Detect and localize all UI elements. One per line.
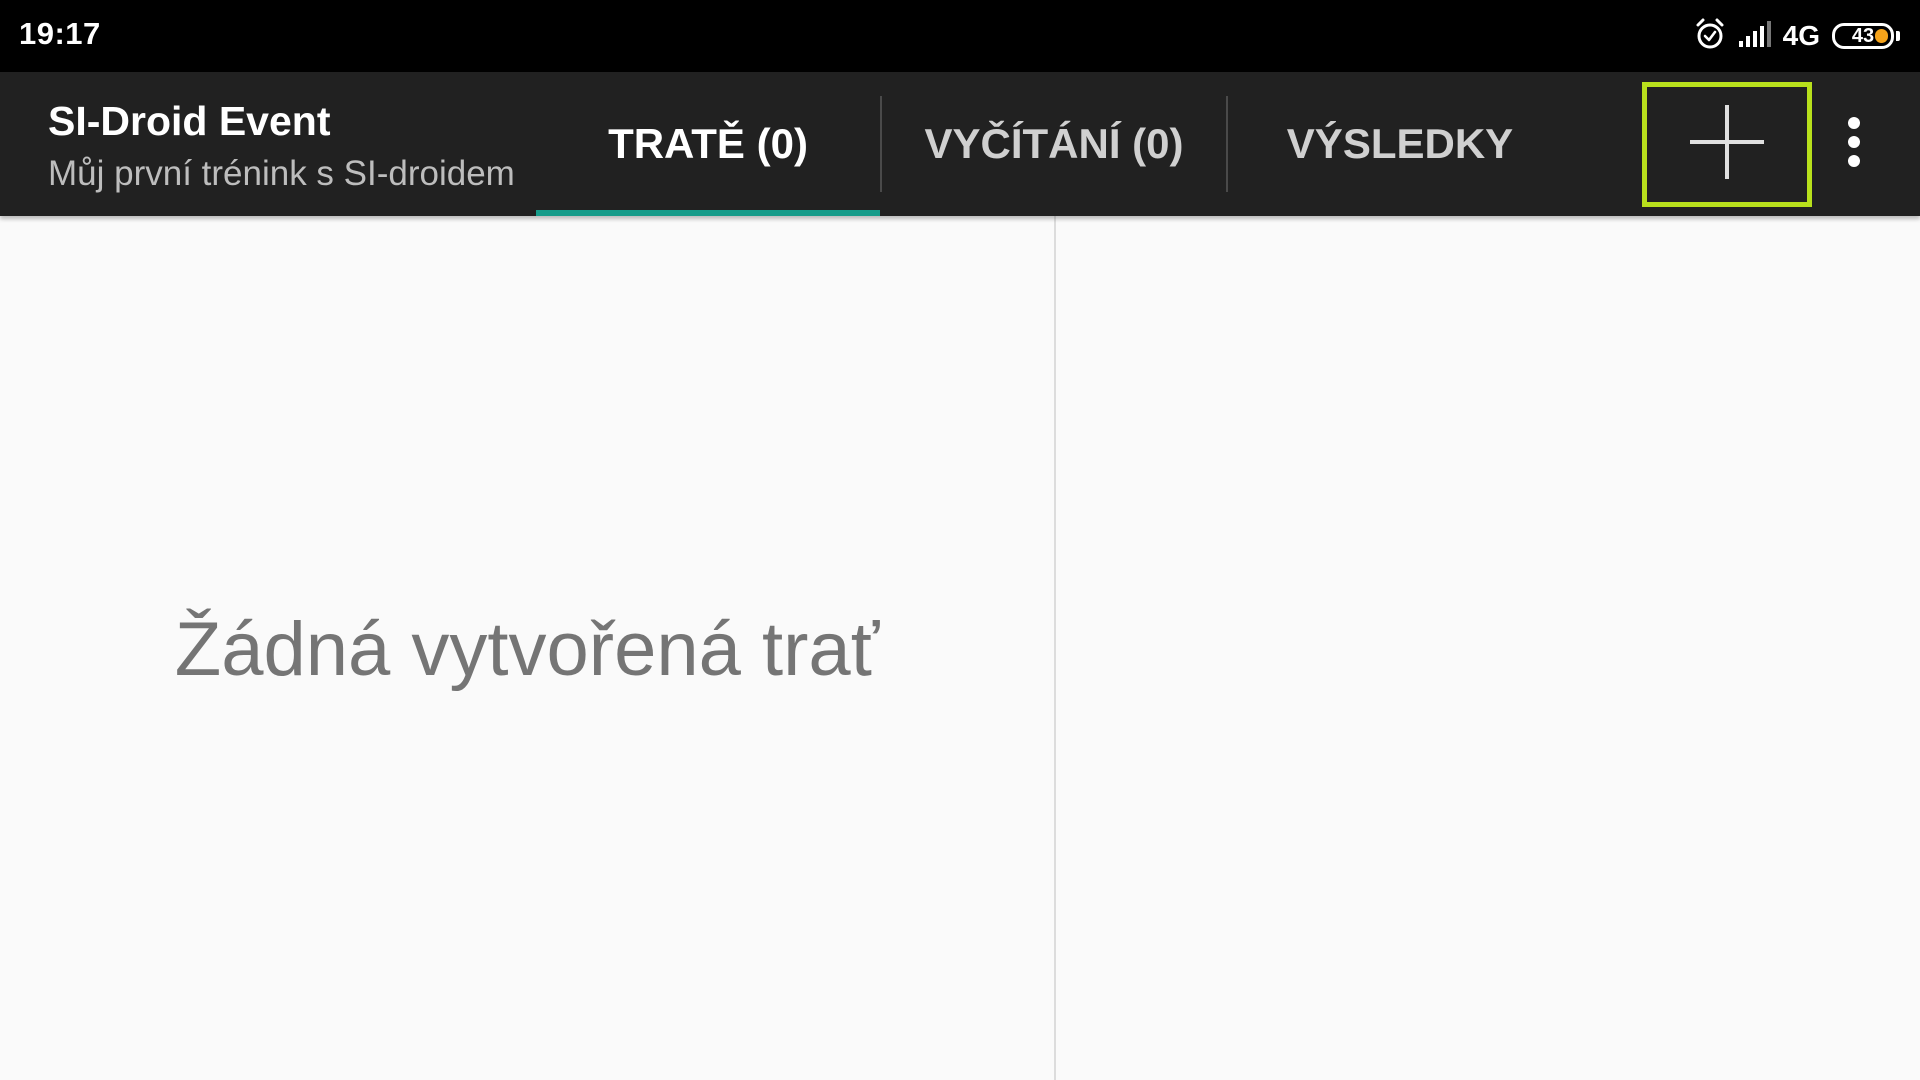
screen: 19:17 4G 43 SI-Droid Event Můj první tré… (0, 0, 1920, 1080)
signal-icon (1738, 20, 1771, 52)
tab-label: VYČÍTÁNÍ (0) (924, 120, 1184, 167)
tab-selected-indicator (536, 210, 880, 216)
app-subtitle: Můj první trénink s SI-droidem (48, 154, 515, 193)
tab-label: TRATĚ (0) (608, 120, 808, 167)
content-area: Žádná vytvořená trať (0, 216, 1920, 1080)
tab-vysledky[interactable]: VÝSLEDKY (1228, 72, 1572, 216)
battery-percentage: 43 (1851, 25, 1875, 47)
alarm-icon (1693, 17, 1727, 56)
tab-trate[interactable]: TRATĚ (0) (536, 72, 880, 216)
app-bar: SI-Droid Event Můj první trénink s SI-dr… (0, 72, 1920, 216)
app-title: SI-Droid Event (48, 98, 331, 144)
course-list-pane: Žádná vytvořená trať (0, 216, 1054, 1080)
empty-state-message: Žádná vytvořená trať (174, 607, 880, 692)
add-course-button[interactable] (1642, 82, 1812, 207)
battery-icon: 43 (1832, 23, 1894, 49)
tab-label: VÝSLEDKY (1286, 120, 1514, 167)
plus-icon (1690, 105, 1764, 184)
battery-terminal (1896, 31, 1900, 41)
more-vert-icon (1847, 116, 1861, 173)
battery-level-fill (1875, 29, 1888, 43)
course-detail-pane (1056, 216, 1920, 1080)
status-icons: 4G 43 (1693, 17, 1900, 55)
status-bar: 19:17 4G 43 (0, 0, 1920, 72)
tab-vycitani[interactable]: VYČÍTÁNÍ (0) (882, 72, 1226, 216)
overflow-menu-button[interactable] (1830, 102, 1878, 186)
status-time: 19:17 (19, 16, 101, 51)
network-type: 4G (1782, 20, 1820, 51)
